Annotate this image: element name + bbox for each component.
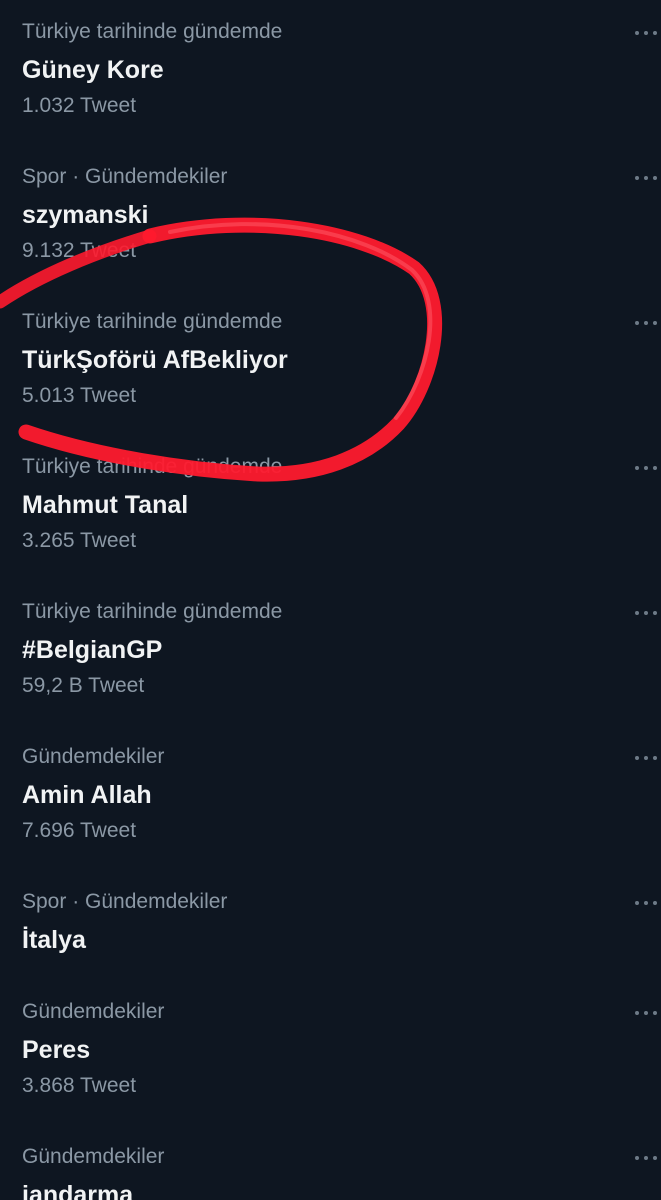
more-options-icon[interactable] (635, 316, 661, 330)
trend-tweet-count: 9.132 Tweet (22, 239, 137, 262)
trend-name: #BelgianGP (22, 636, 163, 664)
trend-name: szymanski (22, 201, 149, 229)
trend-tweet-count: 59,2 B Tweet (22, 674, 145, 697)
trend-tweet-count: 3.868 Tweet (22, 1074, 137, 1097)
more-options-icon[interactable] (635, 606, 661, 620)
trend-item[interactable]: Türkiye tarihinde gündemde #BelgianGP 59… (0, 580, 661, 720)
trend-context: Gündemdekiler (22, 1000, 165, 1023)
trend-context: Türkiye tarihinde gündemde (22, 600, 283, 623)
trend-item[interactable]: Spor · Gündemdekiler İtalya (0, 870, 661, 970)
more-options-icon[interactable] (635, 171, 661, 185)
more-options-icon[interactable] (635, 26, 661, 40)
trend-name: Güney Kore (22, 56, 164, 84)
trend-item[interactable]: Türkiye tarihinde gündemde TürkŞoförü Af… (0, 290, 661, 430)
trend-context: Türkiye tarihinde gündemde (22, 455, 283, 478)
trend-context: Gündemdekiler (22, 1145, 165, 1168)
trends-list: Türkiye tarihinde gündemde Güney Kore 1.… (0, 0, 661, 1200)
more-options-icon[interactable] (635, 461, 661, 475)
trend-name: Peres (22, 1036, 91, 1064)
trend-context: Spor · Gündemdekiler (22, 890, 228, 913)
trend-item[interactable]: Türkiye tarihinde gündemde Güney Kore 1.… (0, 0, 661, 140)
trend-name: jandarma (22, 1181, 134, 1200)
trend-item[interactable]: Gündemdekiler Peres 3.868 Tweet (0, 980, 661, 1120)
trend-name: TürkŞoförü AfBekliyor (22, 346, 288, 374)
trend-context: Türkiye tarihinde gündemde (22, 20, 283, 43)
trend-item[interactable]: Gündemdekiler jandarma (0, 1125, 661, 1200)
trend-tweet-count: 3.265 Tweet (22, 529, 137, 552)
trend-context: Gündemdekiler (22, 745, 165, 768)
trend-tweet-count: 7.696 Tweet (22, 819, 137, 842)
trend-name: Amin Allah (22, 781, 152, 809)
more-options-icon[interactable] (635, 896, 661, 910)
more-options-icon[interactable] (635, 1151, 661, 1165)
trend-name: İtalya (22, 926, 86, 954)
more-options-icon[interactable] (635, 1006, 661, 1020)
trend-tweet-count: 1.032 Tweet (22, 94, 137, 117)
trend-context: Spor · Gündemdekiler (22, 165, 228, 188)
trend-name: Mahmut Tanal (22, 491, 189, 519)
trend-item[interactable]: Türkiye tarihinde gündemde Mahmut Tanal … (0, 435, 661, 575)
trend-context: Türkiye tarihinde gündemde (22, 310, 283, 333)
more-options-icon[interactable] (635, 751, 661, 765)
trend-tweet-count: 5.013 Tweet (22, 384, 137, 407)
trend-item[interactable]: Spor · Gündemdekiler szymanski 9.132 Twe… (0, 145, 661, 285)
trend-item[interactable]: Gündemdekiler Amin Allah 7.696 Tweet (0, 725, 661, 865)
